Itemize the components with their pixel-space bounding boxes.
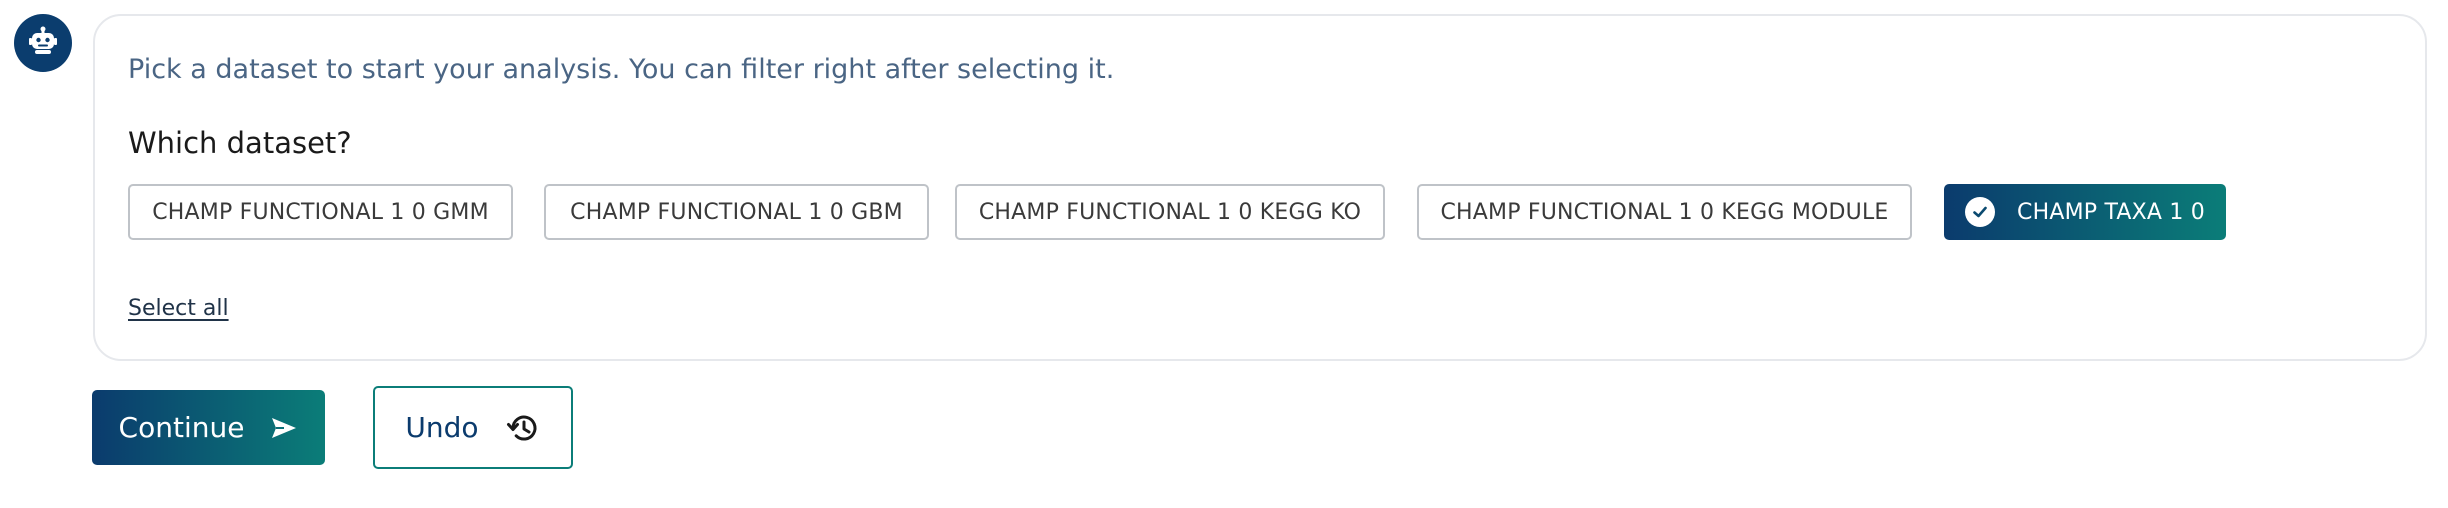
dataset-option-taxa[interactable]: CHAMP TAXA 1 0 [1944,184,2226,240]
history-icon [505,410,541,446]
dataset-option-label: CHAMP FUNCTIONAL 1 0 GBM [570,199,903,225]
dataset-option-label: CHAMP FUNCTIONAL 1 0 KEGG KO [978,199,1362,225]
send-icon [270,416,298,440]
assistant-message-card: Pick a dataset to start your analysis. Y… [93,14,2427,361]
select-all-link[interactable]: Select all [128,296,229,321]
check-circle-icon [1965,197,1996,227]
dataset-option-gmm[interactable]: CHAMP FUNCTIONAL 1 0 GMM [128,184,513,240]
dataset-question: Which dataset? [128,126,352,160]
continue-button-label: Continue [118,411,245,444]
dataset-option-label: CHAMP FUNCTIONAL 1 0 GMM [152,199,489,225]
dataset-option-label: CHAMP TAXA 1 0 [2017,199,2205,225]
dataset-option-gbm[interactable]: CHAMP FUNCTIONAL 1 0 GBM [544,184,929,240]
dataset-option-kegg-ko[interactable]: CHAMP FUNCTIONAL 1 0 KEGG KO [955,184,1385,240]
undo-button-label: Undo [405,411,479,444]
continue-button[interactable]: Continue [92,390,325,465]
intro-text: Pick a dataset to start your analysis. Y… [128,54,1115,85]
dataset-option-kegg-module[interactable]: CHAMP FUNCTIONAL 1 0 KEGG MODULE [1417,184,1912,240]
robot-icon [28,26,58,60]
dataset-option-label: CHAMP FUNCTIONAL 1 0 KEGG MODULE [1440,199,1889,225]
undo-button[interactable]: Undo [373,386,573,469]
assistant-avatar [14,14,72,72]
